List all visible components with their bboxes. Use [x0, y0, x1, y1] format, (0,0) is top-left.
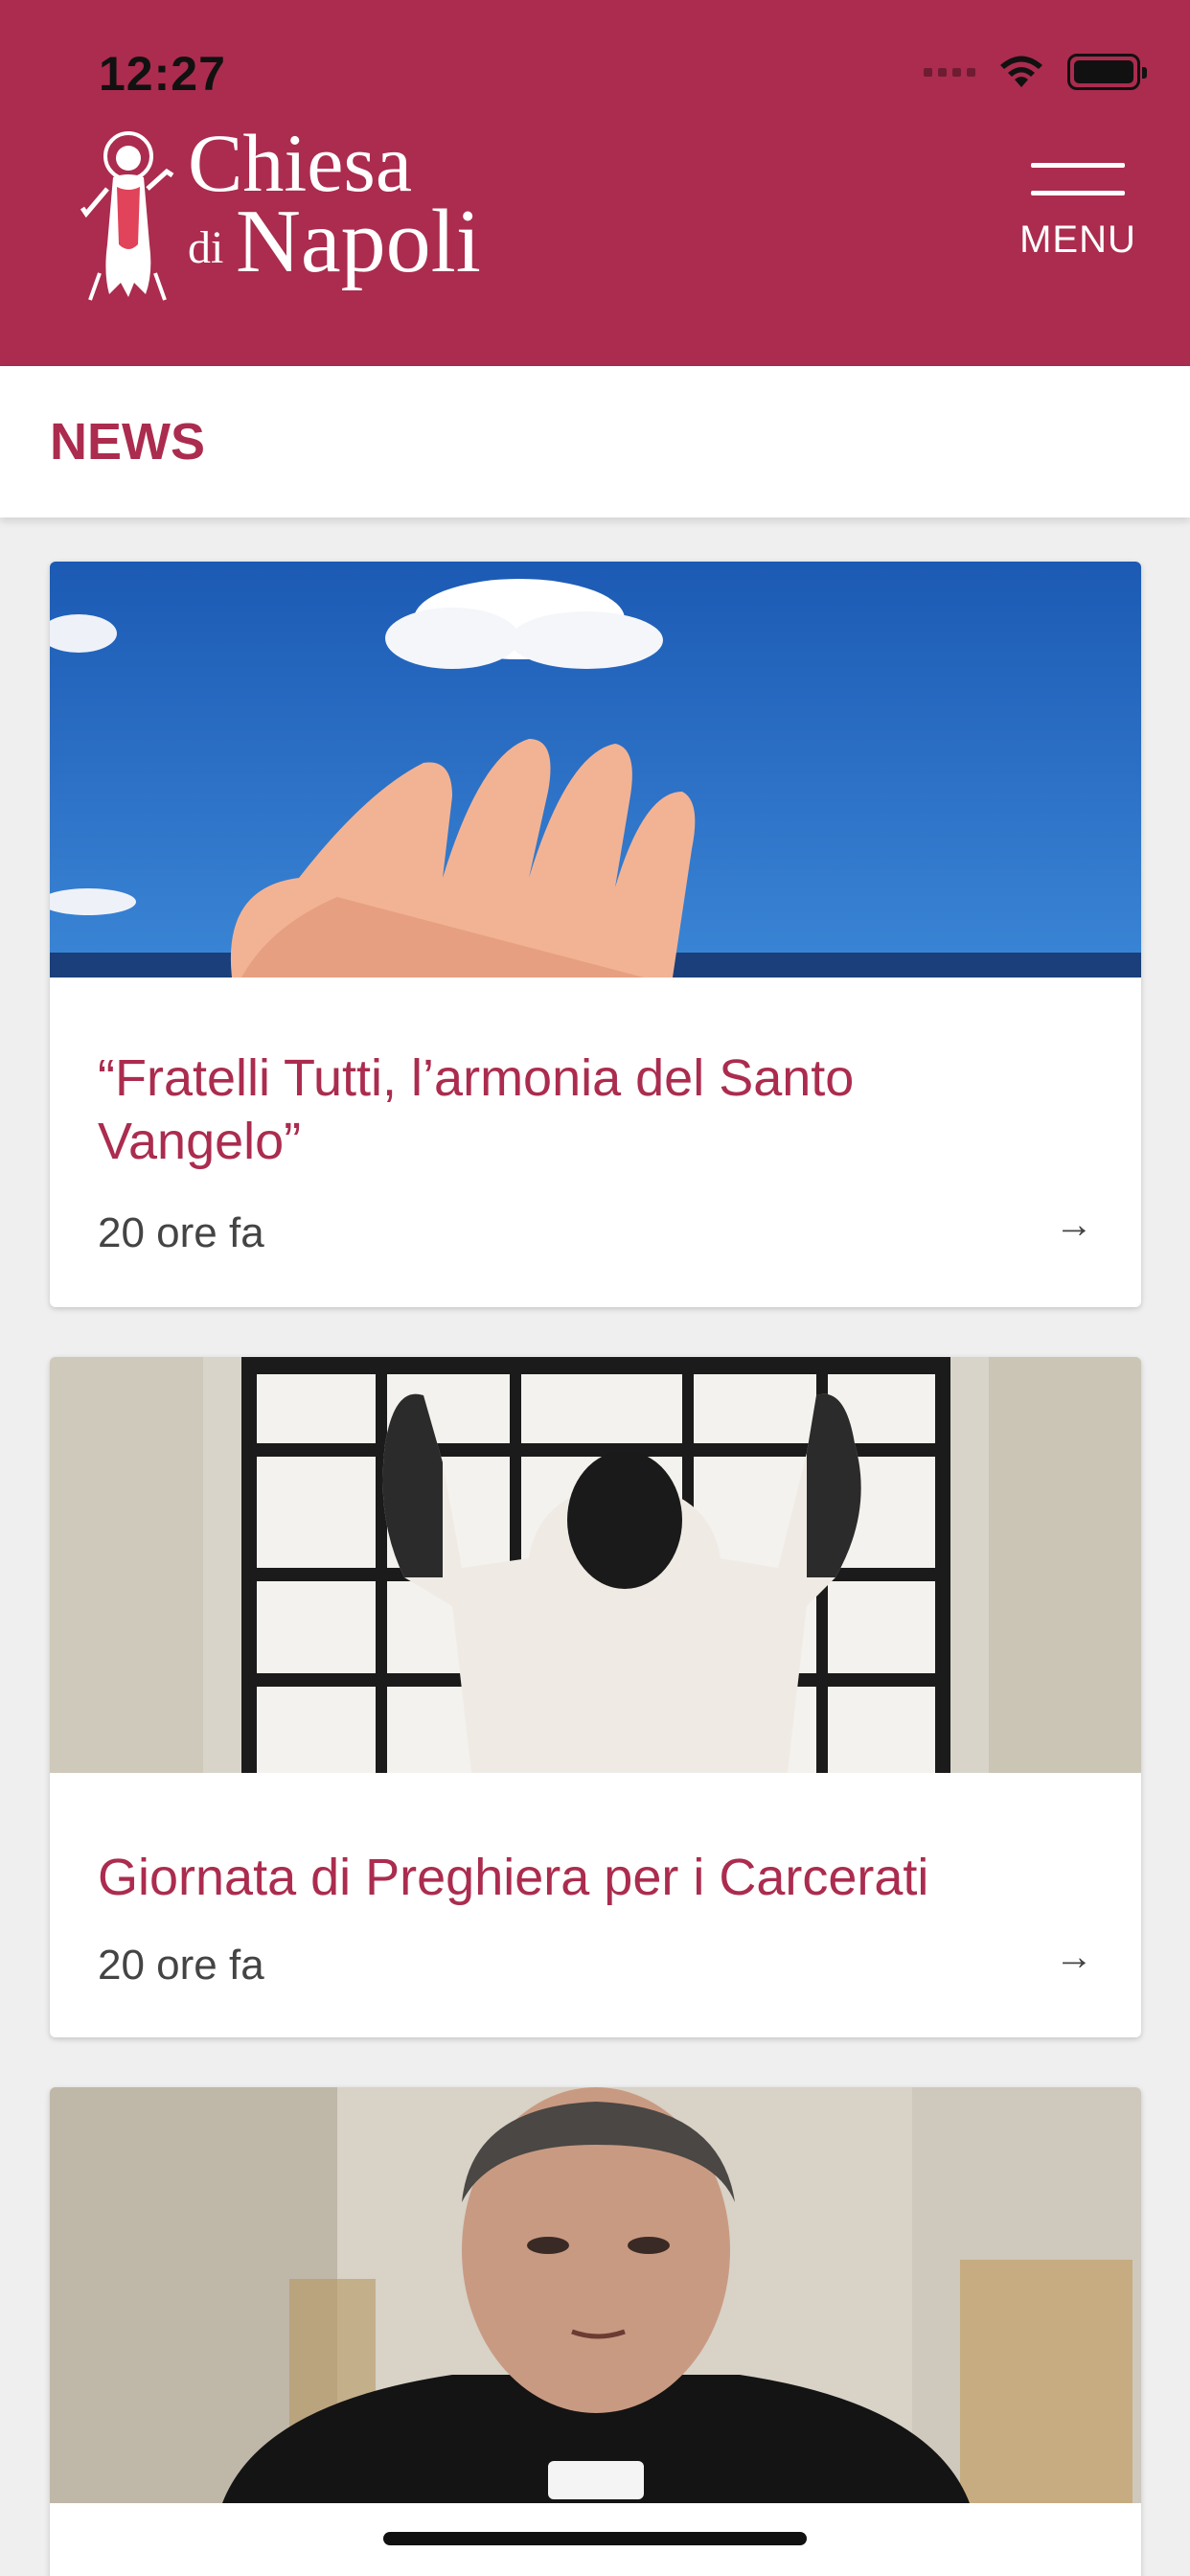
news-card[interactable] [50, 2087, 1141, 2576]
news-card-image [50, 1357, 1141, 1773]
news-card[interactable]: Giornata di Preghiera per i Carcerati 20… [50, 1357, 1141, 2037]
home-indicator[interactable] [383, 2532, 807, 2545]
arrow-right-icon[interactable]: → [1055, 1204, 1093, 1247]
battery-icon [1067, 54, 1147, 90]
wifi-icon [1000, 56, 1042, 87]
logo-wordmark: Chiesa di Napoli [188, 122, 514, 302]
logo-di: di [188, 222, 224, 273]
status-time: 12:27 [99, 47, 226, 101]
cellular-signal-icon [924, 67, 975, 77]
chiesa-di-napoli-logo[interactable]: Chiesa di Napoli [79, 122, 514, 302]
section-header: NEWS [0, 366, 1190, 518]
app-header: 12:27 Chiesa di Napoli MENU [0, 0, 1190, 366]
news-card-title: “Fratelli Tutti, l’armonia del Santo Van… [98, 1049, 855, 1170]
hamburger-icon [1016, 163, 1140, 196]
news-card-title: Giornata di Preghiera per i Carcerati [98, 1849, 929, 1906]
news-card[interactable]: “Fratelli Tutti, l’armonia del Santo Van… [50, 562, 1141, 1307]
saint-figure-icon [80, 131, 174, 301]
news-card-time: 20 ore fa [98, 1209, 264, 1256]
menu-label: MENU [1019, 218, 1136, 261]
news-card-time: 20 ore fa [98, 1942, 264, 1989]
news-card-image [50, 2087, 1141, 2503]
news-card-image [50, 562, 1141, 978]
menu-button[interactable]: MENU [1016, 163, 1140, 262]
logo-napoli: Napoli [236, 192, 481, 291]
status-icons [924, 53, 1147, 91]
section-title: NEWS [50, 413, 205, 471]
arrow-right-icon[interactable]: → [1055, 1936, 1093, 1979]
